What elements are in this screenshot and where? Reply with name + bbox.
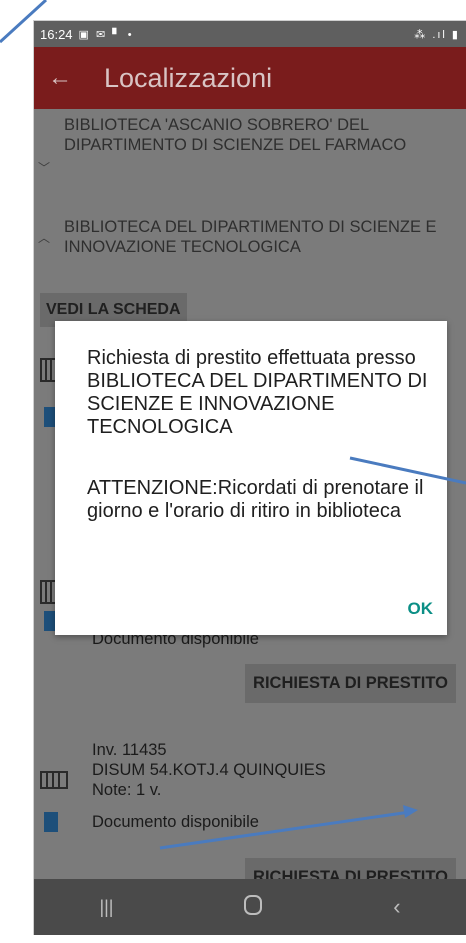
annotation-arrow-dialog xyxy=(349,456,466,485)
annotation-arrowhead xyxy=(403,805,418,818)
annotation-arrows xyxy=(159,456,466,850)
annotation-arrow-bottom xyxy=(159,810,411,850)
